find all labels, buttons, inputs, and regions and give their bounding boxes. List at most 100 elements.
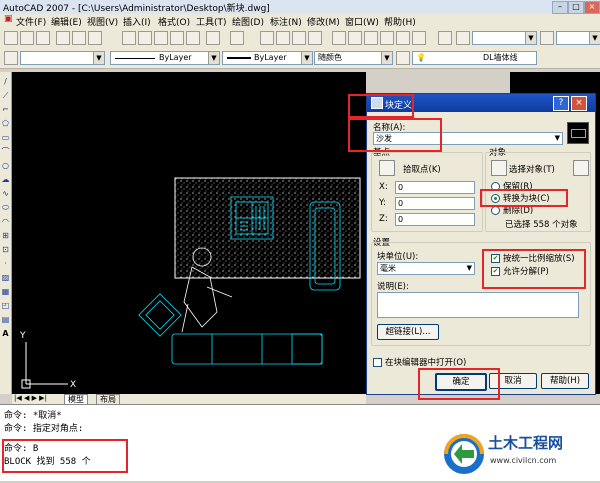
layer-state-icon[interactable] — [396, 51, 410, 65]
properties-toolbar: ▼ ByLayer ▼ ByLayer ▼ 随颜色 ▼ 💡 DL墙体线 — [0, 48, 600, 69]
highlight-ok — [418, 368, 500, 400]
base-x-input[interactable]: 0 — [395, 181, 475, 194]
preview-icon[interactable] — [72, 31, 86, 45]
revcloud-tool-icon[interactable]: ☁ — [1, 176, 10, 184]
region-tool-icon[interactable]: ◰ — [1, 302, 10, 310]
layer-combo[interactable]: ▼ — [20, 51, 105, 65]
logo-url: www.civilcn.com — [490, 456, 557, 465]
publish-icon[interactable] — [88, 31, 102, 45]
table-tool-icon[interactable]: ▤ — [1, 316, 10, 324]
pan-icon[interactable] — [260, 31, 274, 45]
open-in-editor-checkbox[interactable] — [373, 358, 382, 367]
ellipse-tool-icon[interactable]: ⬭ — [1, 204, 10, 212]
polyline-tool-icon[interactable]: ⌐ — [1, 106, 10, 114]
insert-block-icon[interactable]: ⊞ — [1, 232, 10, 240]
make-block-icon[interactable]: ⊡ — [1, 246, 10, 254]
drawing-canvas[interactable]: Y X — [12, 72, 366, 394]
markup-icon[interactable] — [396, 31, 410, 45]
design-center-icon[interactable] — [348, 31, 362, 45]
cut-icon[interactable] — [122, 31, 136, 45]
text-style-icon[interactable] — [456, 31, 470, 45]
rectangle-tool-icon[interactable]: ▭ — [1, 134, 10, 142]
block-editor-icon[interactable] — [186, 31, 200, 45]
circle-tool-icon[interactable]: ○ — [1, 162, 10, 170]
spline-tool-icon[interactable]: ∿ — [1, 190, 10, 198]
mtext-tool-icon[interactable]: A — [1, 330, 10, 338]
redo-icon[interactable] — [230, 31, 244, 45]
open-icon[interactable] — [20, 31, 34, 45]
menu-file[interactable]: 文件(F) — [16, 15, 46, 28]
zoom-realtime-icon[interactable] — [276, 31, 290, 45]
base-z-value: 0 — [398, 215, 404, 224]
ellipse-arc-tool-icon[interactable]: ◠ — [1, 218, 10, 226]
base-z-input[interactable]: 0 — [395, 213, 475, 226]
layer-manager-icon[interactable] — [4, 51, 18, 65]
delete-radio[interactable] — [491, 206, 500, 215]
app-icon[interactable]: ▣ — [4, 14, 13, 24]
copy-icon[interactable] — [138, 31, 152, 45]
main-sofa — [171, 333, 323, 365]
new-icon[interactable] — [4, 31, 18, 45]
close-button[interactable]: × — [584, 1, 600, 14]
lineweight-combo[interactable]: ByLayer ▼ — [222, 51, 313, 65]
block-units-select[interactable]: 毫米 ▼ — [377, 262, 475, 275]
pick-point-icon[interactable] — [379, 160, 395, 176]
polygon-tool-icon[interactable]: ⬠ — [1, 120, 10, 128]
plotstyle-combo[interactable]: 随颜色 ▼ — [314, 51, 393, 65]
dialog-close-icon[interactable]: × — [571, 96, 587, 111]
help-button[interactable]: 帮助(H) — [541, 373, 589, 389]
menu-window[interactable]: 窗口(W) — [345, 15, 379, 28]
xline-tool-icon[interactable]: ⟋ — [1, 92, 10, 100]
zoom-window-icon[interactable] — [292, 31, 306, 45]
hyperlink-button[interactable]: 超链接(L)... — [377, 324, 439, 340]
undo-icon[interactable] — [206, 31, 220, 45]
window-title: AutoCAD 2007 - [C:\Users\Administrator\D… — [3, 4, 270, 14]
highlight-title — [348, 94, 414, 118]
open-in-editor-label: 在块编辑器中打开(O) — [385, 358, 467, 368]
dim-style-icon[interactable] — [540, 31, 554, 45]
menu-tools[interactable]: 工具(T) — [196, 15, 227, 28]
select-objects-icon[interactable] — [491, 160, 507, 176]
menu-format[interactable]: 格式(O) — [158, 15, 190, 28]
text-style-combo[interactable]: ▼ — [472, 31, 537, 45]
zoom-previous-icon[interactable] — [308, 31, 322, 45]
quick-select-icon[interactable] — [573, 160, 589, 176]
hatch-tool-icon[interactable]: ▨ — [1, 274, 10, 282]
minimize-button[interactable]: – — [552, 1, 568, 14]
menu-dimension[interactable]: 标注(N) — [270, 15, 302, 28]
description-input[interactable] — [377, 292, 579, 318]
match-properties-icon[interactable] — [170, 31, 184, 45]
base-y-input[interactable]: 0 — [395, 197, 475, 210]
maximize-button[interactable]: □ — [568, 1, 584, 14]
block-units-label: 块单位(U): — [377, 252, 419, 262]
dim-style-combo[interactable]: ▼ — [556, 31, 600, 45]
current-layer-combo[interactable]: 💡 DL墙体线 — [412, 51, 537, 65]
ucs-x-label: X — [70, 380, 76, 390]
save-icon[interactable] — [36, 31, 50, 45]
z-label: Z: — [379, 214, 388, 224]
properties-icon[interactable] — [332, 31, 346, 45]
sheet-set-icon[interactable] — [380, 31, 394, 45]
dialog-help-icon[interactable]: ? — [553, 96, 569, 111]
command-line: 命令: 指定对角点: — [4, 424, 84, 434]
pick-point-button[interactable]: 拾取点(K) — [403, 163, 441, 175]
arc-tool-icon[interactable]: ⌒ — [1, 148, 10, 156]
plot-icon[interactable] — [56, 31, 70, 45]
tab-nav-arrows[interactable]: |◀ ◀ ▶ ▶| — [14, 394, 47, 402]
help-icon[interactable] — [438, 31, 452, 45]
menu-help[interactable]: 帮助(H) — [384, 15, 416, 28]
linetype-combo[interactable]: ByLayer ▼ — [110, 51, 220, 65]
gradient-tool-icon[interactable]: ▦ — [1, 288, 10, 296]
menu-modify[interactable]: 修改(M) — [307, 15, 340, 28]
paste-icon[interactable] — [154, 31, 168, 45]
point-tool-icon[interactable]: · — [1, 260, 10, 268]
calculator-icon[interactable] — [412, 31, 426, 45]
line-tool-icon[interactable]: / — [1, 78, 10, 86]
menu-insert[interactable]: 插入(I) — [123, 15, 151, 28]
menu-edit[interactable]: 编辑(E) — [51, 15, 82, 28]
current-layer-label: DL墙体线 — [483, 53, 518, 62]
tool-palettes-icon[interactable] — [364, 31, 378, 45]
menu-draw[interactable]: 绘图(D) — [232, 15, 264, 28]
select-objects-button[interactable]: 选择对象(T) — [509, 163, 555, 175]
menu-view[interactable]: 视图(V) — [87, 15, 118, 28]
